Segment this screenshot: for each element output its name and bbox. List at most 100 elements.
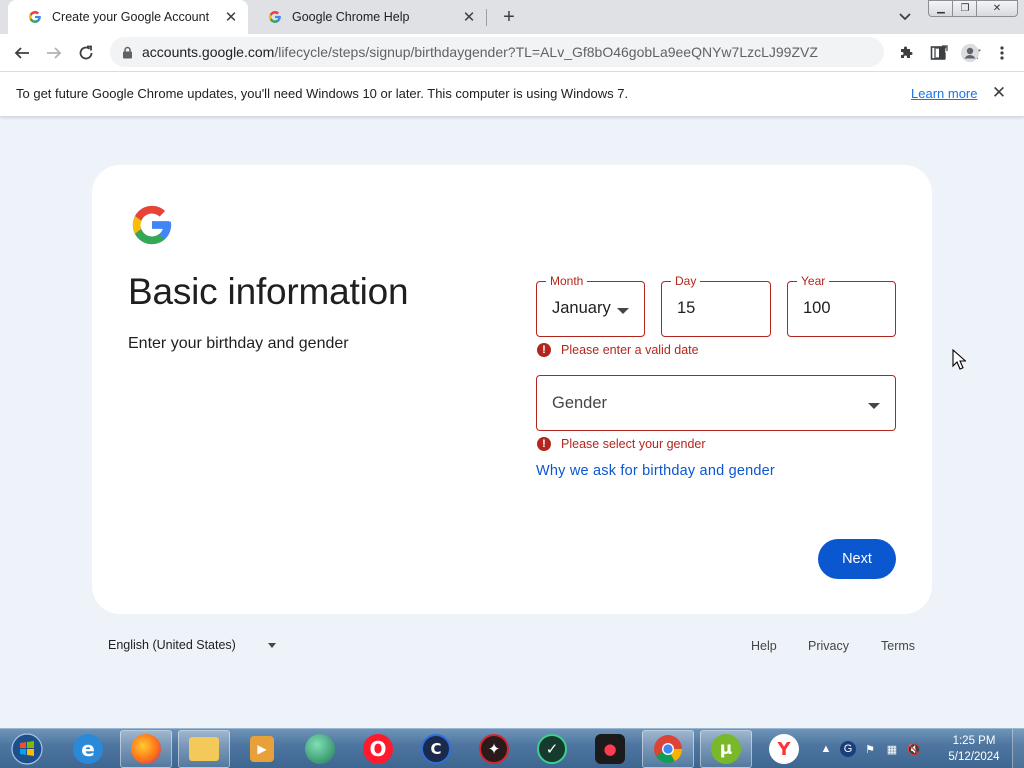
year-input[interactable]: Year 100: [787, 273, 896, 337]
tab-title: Create your Google Account: [52, 10, 210, 24]
language-value: English (United States): [108, 638, 236, 652]
system-tray: ▲ G ⚑ ▦ 🔇: [818, 729, 928, 768]
taskbar-vpn[interactable]: ✓: [526, 730, 578, 768]
google-logo-icon: [132, 205, 172, 245]
close-tab-icon[interactable]: ✕: [222, 8, 240, 26]
dropdown-arrow-icon: [617, 308, 629, 314]
lock-icon[interactable]: [120, 45, 134, 59]
plus-icon: +: [503, 5, 515, 28]
next-button[interactable]: Next: [818, 539, 896, 579]
tab-create-google-account[interactable]: Create your Google Account ✕: [8, 0, 248, 34]
extensions-button[interactable]: [893, 40, 919, 66]
taskbar-chrome[interactable]: [642, 730, 694, 768]
profile-avatar-icon: [961, 44, 979, 62]
window-close-button[interactable]: ✕: [976, 0, 1018, 17]
side-panel-button[interactable]: [925, 40, 951, 66]
taskbar-clock[interactable]: 1:25 PM 5/12/2024: [944, 733, 1004, 765]
language-select[interactable]: English (United States): [108, 638, 276, 652]
google-favicon-icon: [29, 11, 41, 23]
close-icon: ✕: [992, 3, 1002, 14]
page-subtitle: Enter your birthday and gender: [128, 335, 349, 352]
screen-recorder-icon: ●: [595, 734, 625, 764]
terms-link[interactable]: Terms: [881, 639, 915, 653]
profile-button[interactable]: [957, 40, 983, 66]
browser-toolbar: accounts.google.com/lifecycle/steps/sign…: [0, 34, 1024, 71]
address-bar[interactable]: accounts.google.com/lifecycle/steps/sign…: [110, 37, 982, 67]
taskbar-opera[interactable]: O: [352, 730, 404, 768]
page-title: Basic information: [128, 271, 409, 312]
tab-divider: [486, 9, 487, 26]
taskbar-yandex[interactable]: Y: [758, 730, 810, 768]
taskbar-globe-browser[interactable]: [294, 730, 346, 768]
media-player-icon: ▶: [250, 736, 274, 762]
google-favicon-icon: [269, 11, 281, 23]
error-icon: !: [537, 343, 551, 357]
url-text[interactable]: accounts.google.com/lifecycle/steps/sign…: [142, 44, 818, 60]
infobar-message: To get future Google Chrome updates, you…: [16, 86, 629, 101]
yandex-icon: Y: [769, 734, 799, 764]
dropdown-arrow-icon: [267, 642, 276, 648]
minimize-icon: ▁: [937, 3, 945, 14]
vpn-icon: ✓: [537, 734, 567, 764]
error-icon: !: [537, 437, 551, 451]
infobar-close-icon[interactable]: ✕: [990, 83, 1008, 102]
reload-icon: [79, 45, 93, 60]
show-hidden-icons-icon[interactable]: ▲: [818, 741, 834, 757]
utorrent-icon: µ: [711, 734, 741, 764]
back-arrow-icon: [14, 47, 29, 59]
reload-button[interactable]: [73, 40, 99, 66]
opera-icon: O: [363, 734, 393, 764]
window-restore-button[interactable]: ❐: [952, 0, 978, 17]
volume-muted-icon[interactable]: 🔇: [906, 741, 922, 757]
start-button[interactable]: [4, 730, 50, 768]
privacy-link[interactable]: Privacy: [808, 639, 849, 653]
gender-error-message: ! Please select your gender: [537, 437, 706, 451]
chrome-menu-button[interactable]: [989, 40, 1015, 66]
taskbar-media-player[interactable]: ▶: [236, 730, 288, 768]
windows-start-icon: [11, 733, 43, 765]
taskbar-antivirus[interactable]: ✦: [468, 730, 520, 768]
taskbar-firefox[interactable]: [120, 730, 172, 768]
month-label: Month: [546, 273, 588, 289]
puzzle-icon: [901, 46, 913, 58]
month-select[interactable]: Month January: [536, 273, 645, 337]
taskbar-utorrent[interactable]: µ: [700, 730, 752, 768]
learn-more-link[interactable]: Learn more: [911, 86, 977, 101]
taskbar-file-explorer[interactable]: [178, 730, 230, 768]
ccleaner-icon: C: [421, 734, 451, 764]
internet-explorer-icon: e: [73, 734, 103, 764]
dropdown-arrow-icon: [868, 403, 880, 409]
clock-time: 1:25 PM: [952, 735, 996, 747]
new-tab-button[interactable]: +: [497, 5, 521, 29]
why-birthday-gender-link[interactable]: Why we ask for birthday and gender: [536, 463, 775, 479]
close-tab-icon[interactable]: ✕: [460, 8, 478, 26]
gender-error-text: Please select your gender: [561, 437, 706, 451]
window-minimize-button[interactable]: ▁: [928, 0, 954, 17]
url-path: /lifecycle/steps/signup/birthdaygender?T…: [274, 44, 818, 60]
taskbar-screen-recorder[interactable]: ●: [584, 730, 636, 768]
signup-card: Basic information Enter your birthday an…: [92, 165, 932, 614]
forward-button[interactable]: [41, 40, 67, 66]
network-icon[interactable]: ▦: [884, 741, 900, 757]
gender-select[interactable]: Gender: [536, 375, 896, 431]
year-label: Year: [797, 273, 830, 289]
action-center-flag-icon[interactable]: ⚑: [862, 741, 878, 757]
antivirus-icon: ✦: [479, 734, 509, 764]
back-button[interactable]: [9, 40, 35, 66]
tab-search-button[interactable]: [896, 8, 914, 26]
date-error-message: ! Please enter a valid date: [537, 343, 699, 357]
taskbar-ccleaner[interactable]: C: [410, 730, 462, 768]
url-host: accounts.google.com: [142, 44, 275, 60]
file-explorer-icon: [189, 737, 219, 761]
taskbar-internet-explorer[interactable]: e: [62, 730, 114, 768]
restore-icon: ❐: [960, 3, 970, 14]
chrome-icon: [654, 735, 682, 763]
show-desktop-button[interactable]: [1012, 729, 1024, 768]
day-label: Day: [671, 273, 701, 289]
day-value: 15: [677, 299, 696, 317]
day-input[interactable]: Day 15: [661, 273, 771, 337]
tab-google-chrome-help[interactable]: Google Chrome Help ✕: [248, 0, 486, 34]
chevron-down-icon: [899, 13, 911, 21]
help-link[interactable]: Help: [751, 639, 777, 653]
tray-app-icon[interactable]: G: [840, 741, 856, 757]
